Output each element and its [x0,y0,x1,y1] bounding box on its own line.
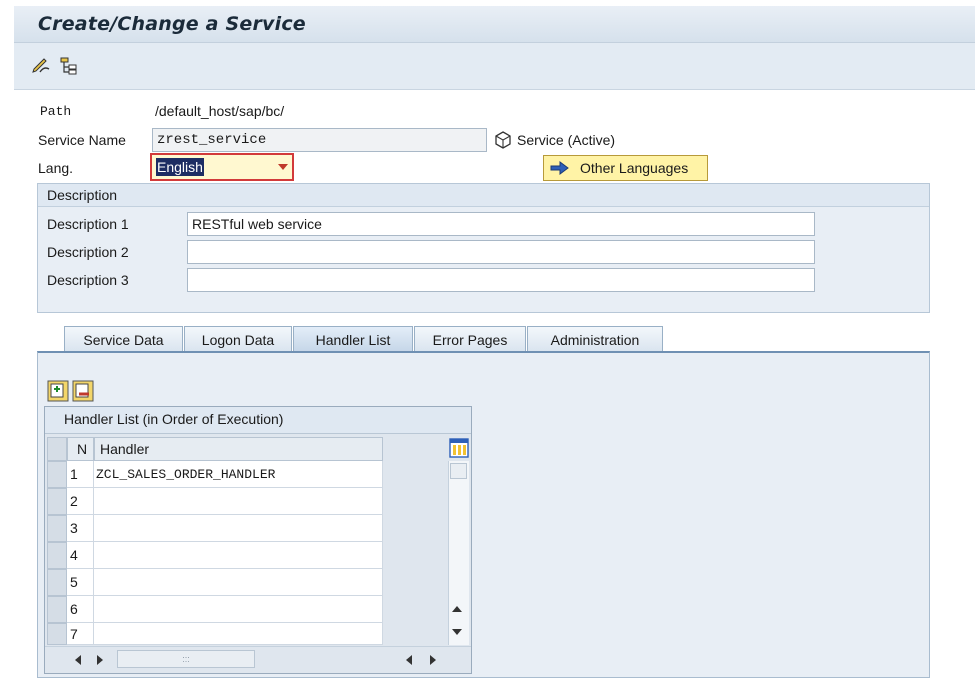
tab-error-pages[interactable]: Error Pages [414,326,526,352]
handler-cell[interactable] [94,623,383,645]
scroll-left-icon[interactable] [406,655,412,665]
scroll-down-icon[interactable] [452,629,462,635]
lang-selected-value: English [156,158,204,176]
arrow-right-icon [550,160,570,176]
row-selector[interactable] [47,515,67,542]
table-empty-area [383,437,447,645]
tab-logon-data[interactable]: Logon Data [184,326,292,352]
scroll-right-icon[interactable] [97,655,103,665]
row-selector[interactable] [47,461,67,488]
other-languages-button[interactable]: Other Languages [543,155,708,181]
application-toolbar [14,43,975,90]
other-languages-label: Other Languages [580,160,689,176]
tab-handler-list[interactable]: Handler List [293,326,413,352]
row-selector[interactable] [47,596,67,623]
lang-dropdown[interactable]: English [150,153,294,181]
scroll-right-icon[interactable] [430,655,436,665]
description-header-label: Description [47,187,118,203]
scroll-left-icon[interactable] [75,655,81,665]
description-3-field[interactable] [187,268,815,292]
service-status: Service (Active) [517,132,616,148]
row-number: 5 [67,569,94,596]
row-selector[interactable] [47,488,67,515]
row-number: 4 [67,542,94,569]
row-selector[interactable] [47,542,67,569]
handler-cell[interactable] [94,569,383,596]
row-number: 6 [67,596,94,623]
chevron-down-icon[interactable] [278,164,288,170]
row-selector[interactable] [47,623,67,645]
path-label: Path [40,104,72,119]
service-name-label: Service Name [38,132,126,148]
column-header-handler[interactable]: Handler [94,437,383,461]
page-title: Create/Change a Service [38,13,306,35]
handler-table-title-bar: Handler List (in Order of Execution) [45,407,471,434]
select-all-cell[interactable] [47,437,67,461]
handler-table-title: Handler List (in Order of Execution) [64,411,284,427]
scroll-up-icon[interactable] [452,606,462,612]
tab-administration[interactable]: Administration [527,326,663,352]
description-1-label: Description 1 [47,216,129,232]
vertical-scroll-thumb[interactable] [450,463,467,479]
insert-row-icon[interactable] [47,380,69,402]
description-3-label: Description 3 [47,272,129,288]
pencil-icon[interactable] [30,55,52,77]
lang-label: Lang. [38,160,74,176]
vertical-scrollbar[interactable] [448,461,469,645]
horizontal-scroll-thumb[interactable]: ::: [117,650,255,668]
description-header: Description [38,184,929,207]
handler-cell[interactable] [94,596,383,623]
path-value: /default_host/sap/bc/ [155,103,285,119]
row-number: 2 [67,488,94,515]
handler-cell[interactable] [94,488,383,515]
hierarchy-icon[interactable] [58,55,80,77]
description-2-label: Description 2 [47,244,129,260]
row-selector[interactable] [47,569,67,596]
service-cube-icon [494,131,512,149]
handler-cell[interactable]: ZCL_SALES_ORDER_HANDLER [94,461,383,488]
column-header-n[interactable]: N [67,437,94,461]
title-bar: Create/Change a Service [14,6,975,43]
row-number: 3 [67,515,94,542]
row-number: 1 [67,461,94,488]
column-settings-icon[interactable] [449,438,469,458]
row-number: 7 [67,623,94,645]
delete-row-icon[interactable] [72,380,94,402]
tab-service-data[interactable]: Service Data [64,326,183,352]
handler-cell[interactable] [94,515,383,542]
service-name-field[interactable]: zrest_service [152,128,487,152]
description-2-field[interactable] [187,240,815,264]
handler-cell[interactable] [94,542,383,569]
description-1-field[interactable]: RESTful web service [187,212,815,236]
